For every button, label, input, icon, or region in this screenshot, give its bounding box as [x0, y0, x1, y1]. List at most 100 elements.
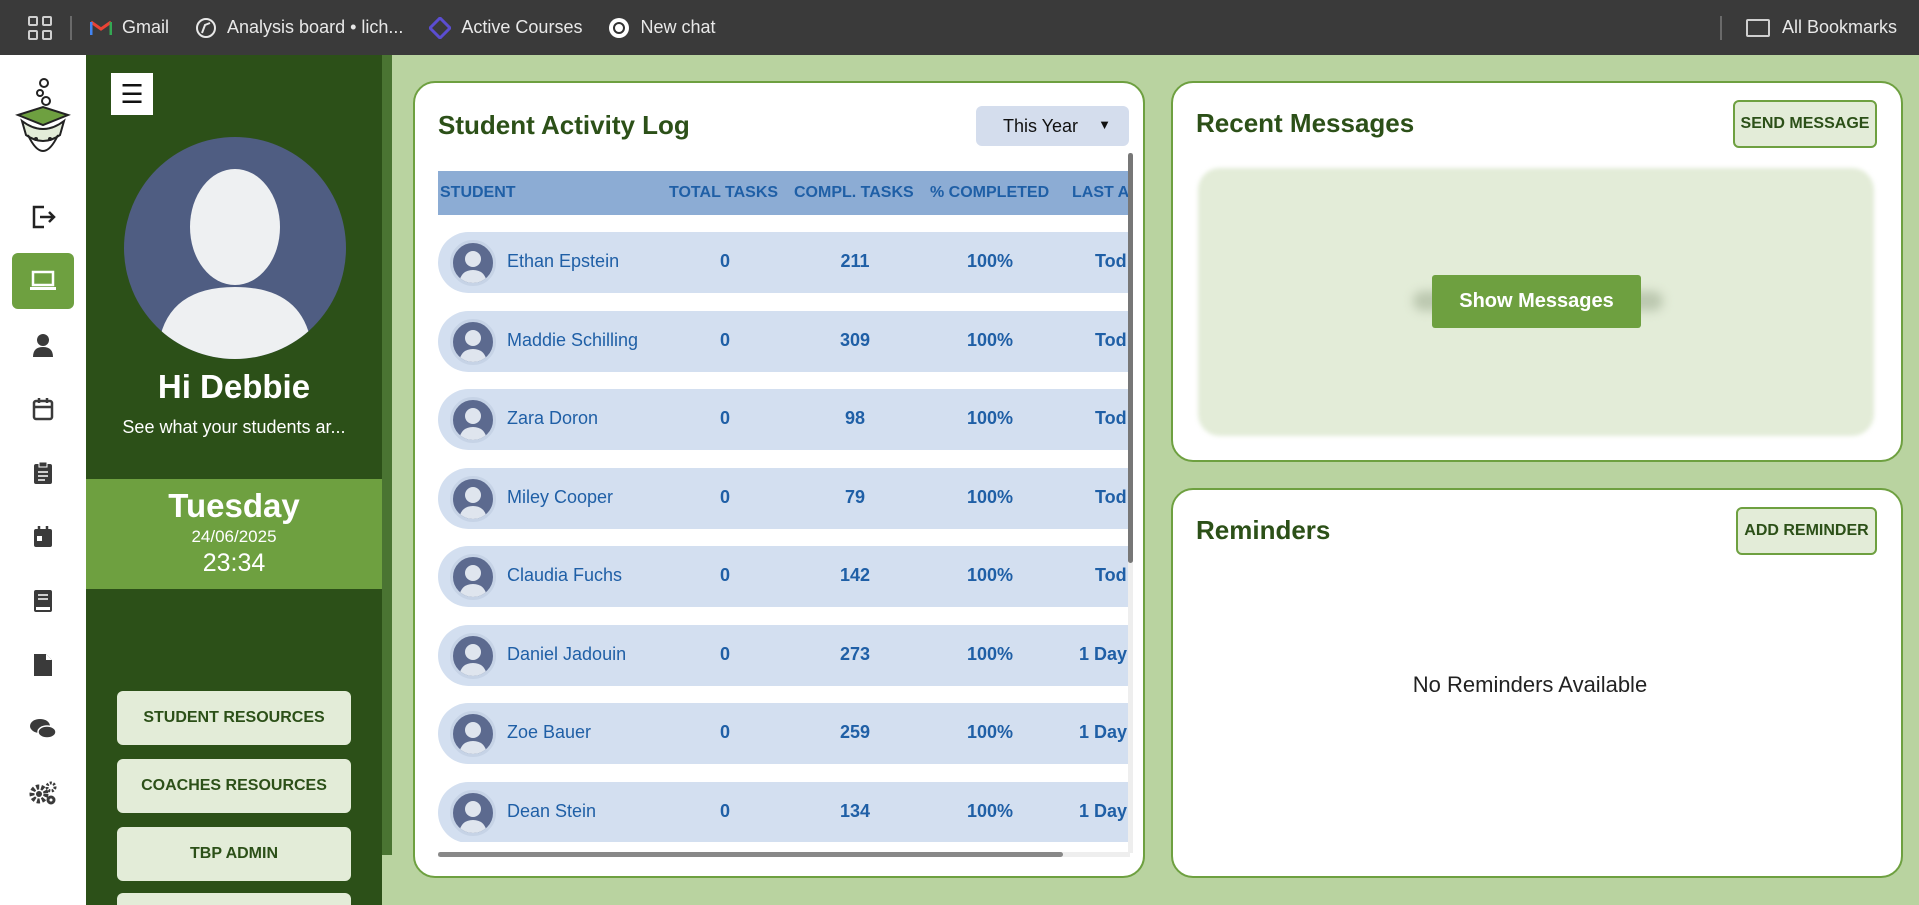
- student-avatar: [450, 633, 496, 679]
- period-filter-select[interactable]: This Year ▼: [976, 106, 1129, 146]
- column-header[interactable]: COMPL. TASKS: [794, 184, 914, 202]
- total-tasks: 0: [719, 330, 731, 350]
- percent-completed: 100%: [966, 487, 1014, 507]
- scroll-thumb[interactable]: [1128, 153, 1133, 563]
- apps-grid-icon[interactable]: [28, 15, 52, 40]
- student-avatar: [450, 711, 496, 757]
- table-row[interactable]: Dean Stein 0 134 100% 1 Day: [438, 782, 1130, 842]
- menu-toggle-button[interactable]: ☰: [111, 73, 153, 115]
- completed-tasks: 211: [840, 251, 870, 271]
- student-avatar: [450, 319, 496, 365]
- table-row[interactable]: Daniel Jadouin 0 273 100% 1 Day: [438, 625, 1130, 686]
- column-header[interactable]: LAST AC: [1072, 184, 1130, 202]
- percent-completed: 100%: [966, 330, 1014, 350]
- time-label: 23:34: [202, 549, 266, 577]
- tbp-admin-button[interactable]: TBP ADMIN: [117, 827, 351, 881]
- all-bookmarks[interactable]: All Bookmarks: [1719, 0, 1897, 55]
- courses-icon: [429, 16, 452, 39]
- student-avatar: [450, 397, 496, 443]
- greeting: Hi Debbie: [157, 368, 311, 405]
- last-activity: Tod: [1095, 487, 1127, 507]
- percent-completed: 100%: [966, 565, 1014, 585]
- last-activity: Tod: [1095, 330, 1127, 350]
- book-icon[interactable]: [12, 573, 74, 629]
- activity-title: Student Activity Log: [438, 110, 690, 140]
- total-tasks: 0: [719, 565, 731, 585]
- completed-tasks: 142: [839, 565, 871, 585]
- total-tasks: 0: [719, 408, 731, 428]
- hamburger-icon: ☰: [120, 78, 144, 109]
- gmail-icon: [90, 17, 112, 39]
- document-icon[interactable]: [12, 637, 74, 693]
- show-messages-button[interactable]: Show Messages: [1432, 275, 1641, 328]
- bookmarks-divider: [1719, 15, 1722, 40]
- percent-completed: 100%: [966, 722, 1014, 742]
- student-avatar: [450, 790, 496, 836]
- student-avatar: [450, 240, 496, 286]
- last-activity: 1 Day: [1079, 722, 1128, 742]
- student-name: Miley Cooper: [507, 487, 614, 507]
- bookmark-lichess[interactable]: Analysis board • lich...: [195, 17, 403, 39]
- filter-value: This Year: [1003, 115, 1079, 136]
- column-header[interactable]: % COMPLETED: [930, 184, 1049, 202]
- horizontal-scrollbar[interactable]: [438, 852, 1130, 857]
- total-tasks: 0: [719, 644, 731, 664]
- student-name: Maddie Schilling: [507, 330, 639, 350]
- profile-avatar: [124, 137, 346, 359]
- student-resources-button[interactable]: STUDENT RESOURCES: [117, 691, 351, 745]
- coaches-resources-button[interactable]: COACHES RESOURCES: [117, 759, 351, 813]
- percent-completed: 100%: [966, 251, 1014, 271]
- messages-title: Recent Messages: [1196, 108, 1415, 138]
- completed-tasks: 79: [844, 487, 866, 507]
- send-message-button[interactable]: SEND MESSAGE: [1733, 100, 1877, 148]
- scroll-thumb[interactable]: [438, 852, 1063, 857]
- day-label: Tuesday: [168, 487, 300, 524]
- total-tasks: 0: [719, 801, 731, 821]
- last-activity: 1 Day: [1079, 644, 1128, 664]
- bookmark-active-courses[interactable]: Active Courses: [429, 16, 583, 39]
- percent-completed: 100%: [966, 408, 1014, 428]
- calendar-icon[interactable]: [12, 381, 74, 437]
- add-reminder-button[interactable]: ADD REMINDER: [1736, 507, 1877, 555]
- last-activity: 1 Day: [1079, 801, 1128, 821]
- last-activity: Tod: [1095, 251, 1127, 271]
- laptop-icon[interactable]: [12, 253, 74, 309]
- more-resources-button[interactable]: [117, 893, 351, 905]
- reminders-empty-state: No Reminders Available: [1412, 672, 1648, 697]
- bookmark-new-chat[interactable]: New chat: [608, 17, 716, 39]
- column-header[interactable]: TOTAL TASKS: [669, 184, 778, 202]
- last-activity: Tod: [1095, 565, 1127, 585]
- percent-completed: 100%: [966, 801, 1014, 821]
- chat-icon[interactable]: [12, 701, 74, 757]
- student-name: Daniel Jadouin: [507, 644, 627, 664]
- activity-table-body: Ethan Epstein 0 211 100% Tod Maddie Schi…: [438, 232, 1130, 842]
- student-name: Dean Stein: [507, 801, 597, 821]
- table-row[interactable]: Maddie Schilling 0 309 100% Tod: [438, 311, 1130, 372]
- vertical-scrollbar[interactable]: [1128, 153, 1133, 853]
- table-row[interactable]: Miley Cooper 0 79 100% Tod: [438, 468, 1130, 529]
- folder-icon: [1745, 18, 1770, 37]
- dropdown-caret-icon: ▼: [1098, 117, 1111, 132]
- table-row[interactable]: Ethan Epstein 0 211 100% Tod: [438, 232, 1130, 293]
- settings-icon[interactable]: [12, 765, 74, 821]
- lichess-icon: [195, 17, 217, 39]
- table-row[interactable]: Claudia Fuchs 0 142 100% Tod: [438, 546, 1130, 607]
- date-label: 24/06/2025: [191, 527, 277, 546]
- completed-tasks: 259: [839, 722, 871, 742]
- date-panel: Tuesday 24/06/2025 23:34: [86, 479, 382, 589]
- bookmark-label: Active Courses: [461, 17, 583, 37]
- column-header[interactable]: STUDENT: [440, 184, 516, 202]
- student-name: Claudia Fuchs: [507, 565, 623, 585]
- clipboard-icon[interactable]: [12, 445, 74, 501]
- last-activity: Tod: [1095, 408, 1127, 428]
- table-row[interactable]: Zara Doron 0 98 100% Tod: [438, 389, 1130, 450]
- panel-edge: [382, 55, 392, 855]
- app-logo[interactable]: [12, 77, 74, 169]
- completed-tasks: 98: [844, 408, 866, 428]
- table-row[interactable]: Zoe Bauer 0 259 100% 1 Day: [438, 703, 1130, 764]
- bookmark-gmail[interactable]: Gmail: [90, 17, 169, 39]
- calendar-filled-icon[interactable]: [12, 509, 74, 565]
- bookmark-label: Gmail: [122, 17, 170, 37]
- logout-icon[interactable]: [12, 189, 74, 245]
- user-icon[interactable]: [12, 317, 74, 373]
